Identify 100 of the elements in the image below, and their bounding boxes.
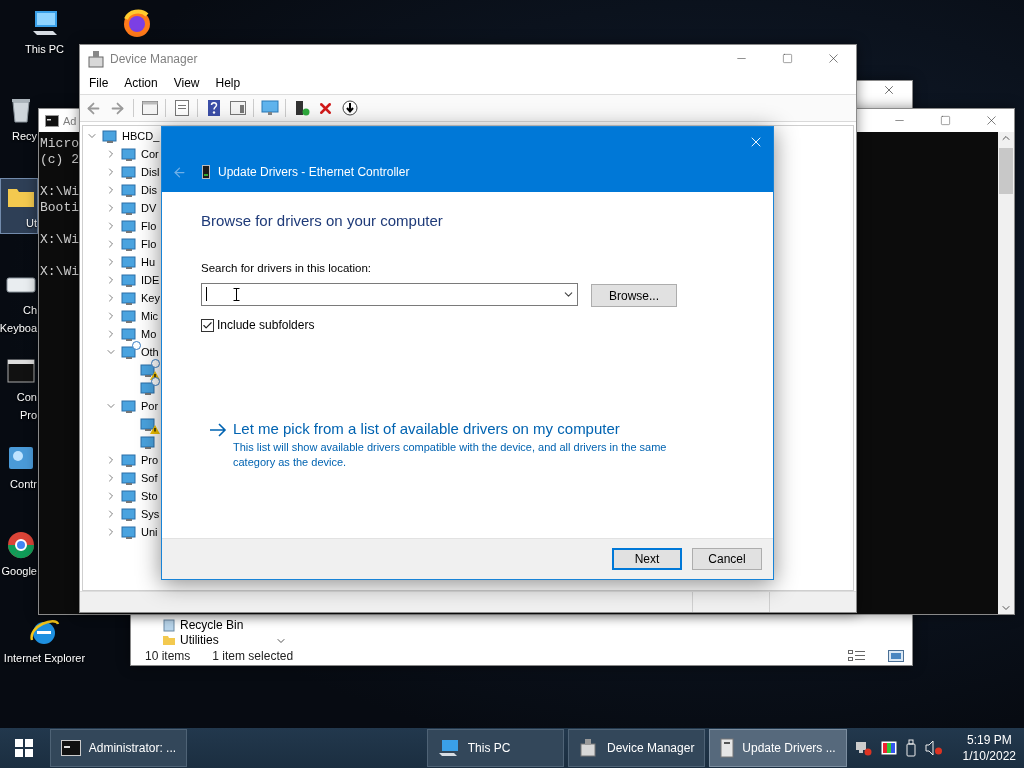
- download-icon: [341, 100, 358, 116]
- device-icon: [121, 200, 137, 216]
- tree-item[interactable]: Dis: [141, 184, 157, 196]
- maximize-icon: [939, 115, 951, 126]
- scrollbar[interactable]: [998, 132, 1014, 614]
- browser-icon: [5, 529, 37, 561]
- device-icon: [720, 738, 735, 758]
- nav-item[interactable]: Utilities: [180, 632, 219, 647]
- location-field[interactable]: [201, 282, 578, 306]
- device-icon: [121, 218, 137, 234]
- panel-icon: [229, 101, 246, 115]
- console-icon: [45, 114, 59, 127]
- tree-item[interactable]: Pro: [141, 454, 159, 466]
- console-line: Micro: [40, 136, 79, 152]
- dialog-button[interactable]: Next: [612, 548, 682, 570]
- device-icon: [121, 524, 137, 540]
- checkbox-label: Include subfolders: [217, 318, 315, 332]
- menu-item[interactable]: Action: [118, 74, 166, 92]
- windows-logo-icon: [14, 739, 33, 757]
- tree-item[interactable]: Key: [141, 292, 160, 304]
- console-line: X:\Wi: [40, 264, 79, 280]
- tree-item[interactable]: Hu: [141, 256, 156, 268]
- device-icon: [121, 254, 137, 270]
- desktop-icon[interactable]: Ut: [0, 178, 38, 234]
- desktop-icon[interactable]: Ch Keyboa: [0, 265, 38, 339]
- nav-item[interactable]: Recycle Bin: [180, 617, 244, 632]
- desktop-icon[interactable]: Recy: [0, 91, 38, 147]
- tree-item[interactable]: DV: [141, 202, 157, 214]
- properties-icon: [141, 101, 158, 115]
- text-cursor-icon: [233, 287, 240, 301]
- tree-item[interactable]: Sof: [141, 472, 158, 484]
- device-icon: [121, 290, 137, 306]
- speaker-muted-icon[interactable]: [924, 740, 943, 756]
- pick-driver-link[interactable]: Let me pick from a list of available drivers on my computer: [233, 420, 683, 437]
- console-line: Booti: [40, 200, 79, 216]
- icon-label: Contr: [10, 477, 37, 492]
- add-device-icon: [293, 100, 310, 116]
- device-icon: [121, 344, 137, 360]
- recycle-bin-icon: [162, 617, 176, 632]
- tree-item[interactable]: IDE: [141, 274, 160, 286]
- usb-drive-icon[interactable]: [904, 739, 917, 757]
- help-icon: [207, 100, 220, 116]
- details-view-icon[interactable]: [848, 650, 866, 662]
- device-manager-icon: [88, 49, 104, 68]
- tree-item[interactable]: Cor: [141, 148, 159, 160]
- display-icon[interactable]: [880, 741, 897, 755]
- tree-item[interactable]: HBCD_: [122, 130, 160, 142]
- console-line: X:\Wi: [40, 232, 79, 248]
- menu-item[interactable]: Help: [209, 74, 249, 92]
- device-icon: [121, 452, 137, 468]
- clock[interactable]: 5:19 PM 1/10/2022: [954, 732, 1024, 764]
- desktop-icon[interactable]: Google: [0, 526, 38, 582]
- monitor-icon: [260, 100, 279, 116]
- device-icon: [121, 146, 137, 162]
- check-icon: [202, 319, 213, 331]
- computer-icon: [437, 739, 460, 757]
- tree-item[interactable]: Flo: [141, 220, 157, 232]
- window-title: Device Manager: [110, 51, 198, 66]
- tree-item[interactable]: Disl: [141, 166, 160, 178]
- tree-item[interactable]: Mo: [141, 328, 157, 340]
- taskbar-item[interactable]: Device Manager: [568, 729, 706, 767]
- taskbar-item[interactable]: Update Drivers ...: [709, 729, 847, 767]
- tree-item[interactable]: Por: [141, 400, 159, 412]
- browse-button[interactable]: Browse...: [591, 284, 677, 307]
- icon-label: Con: [16, 390, 37, 405]
- device-icon: [121, 488, 137, 504]
- tree-item[interactable]: Sto: [141, 490, 158, 502]
- icon-label: Google: [1, 564, 37, 579]
- network-icon[interactable]: [854, 740, 873, 756]
- icon-label: Recy: [11, 129, 37, 144]
- desktop-icon[interactable]: This PC: [23, 4, 69, 60]
- taskbar-item[interactable]: This PC: [426, 729, 564, 767]
- tiles-view-icon[interactable]: [888, 650, 904, 662]
- tree-item[interactable]: Uni: [141, 526, 158, 538]
- field-label: Search for drivers in this location:: [201, 262, 373, 274]
- scroll-thumb[interactable]: [999, 148, 1013, 194]
- dialog-title: Update Drivers - Ethernet Controller: [218, 165, 410, 179]
- tree-item[interactable]: Oth: [141, 346, 159, 358]
- menu-item[interactable]: View: [167, 74, 208, 92]
- device-icon: [121, 164, 137, 180]
- console-icon: [60, 740, 81, 756]
- dialog-button[interactable]: Cancel: [692, 548, 762, 570]
- tree-item[interactable]: Mic: [141, 310, 159, 322]
- menu-item[interactable]: File: [83, 74, 117, 92]
- device-icon: [121, 326, 137, 342]
- status-text: 10 items: [145, 649, 191, 663]
- device-icon: [121, 236, 137, 252]
- desktop-icon[interactable]: Contr: [0, 439, 38, 495]
- icon-label: Ut: [26, 216, 37, 231]
- tree-item[interactable]: Flo: [141, 238, 157, 250]
- taskbar-item[interactable]: Administrator: ...: [49, 729, 188, 767]
- checkbox[interactable]: [201, 318, 214, 332]
- icon-label: Pro: [19, 408, 37, 423]
- icon-label: This PC: [24, 42, 65, 57]
- tree-item[interactable]: Sys: [141, 508, 160, 520]
- document-icon: [174, 100, 189, 116]
- desktop-icon[interactable]: Con Pro: [0, 352, 38, 426]
- desktop-icon[interactable]: Internet Explorer: [2, 613, 90, 669]
- device-icon: [121, 272, 137, 288]
- device-icon: [121, 506, 137, 522]
